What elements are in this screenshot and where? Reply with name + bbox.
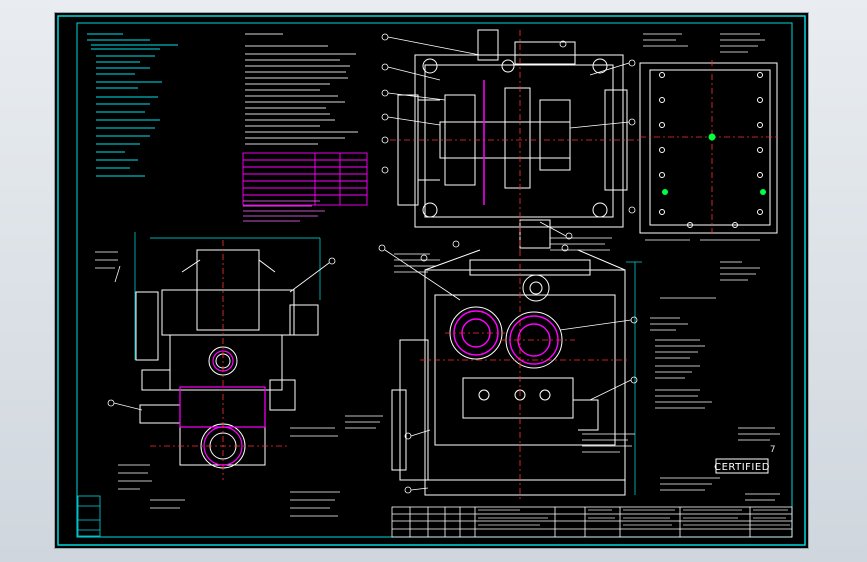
cad-drawing: CERTIFIED 7	[57, 15, 806, 546]
sheet-mark: 7	[770, 445, 775, 455]
side-view-callouts	[95, 251, 340, 517]
top-view-balloons	[381, 33, 636, 252]
left-revision-strip	[77, 495, 101, 537]
title-block[interactable]	[391, 506, 793, 538]
title-block-text	[478, 509, 790, 526]
gearbox-side-elevation[interactable]	[135, 249, 319, 469]
plate-datum-markers	[662, 133, 766, 195]
certified-stamp: CERTIFIED	[714, 462, 770, 473]
front-view-gear-rims	[449, 306, 563, 369]
mounting-plate-plan-view[interactable]	[639, 62, 778, 234]
table-footnotes	[243, 200, 325, 222]
gearbox-front-elevation[interactable]	[391, 249, 626, 496]
gearbox-top-section-view[interactable]	[397, 29, 628, 249]
front-view-dimensions	[626, 261, 642, 495]
general-notes-block	[87, 33, 178, 177]
cad-application-viewport: CERTIFIED 7	[0, 0, 867, 562]
front-view-balloons	[378, 244, 638, 494]
side-view-dimensions	[134, 232, 321, 360]
side-view-centerlines	[150, 240, 290, 480]
front-view-centerlines	[420, 250, 630, 500]
technical-notes-block	[245, 33, 358, 145]
sheet-border-outer	[57, 15, 806, 546]
specification-table	[242, 152, 368, 206]
